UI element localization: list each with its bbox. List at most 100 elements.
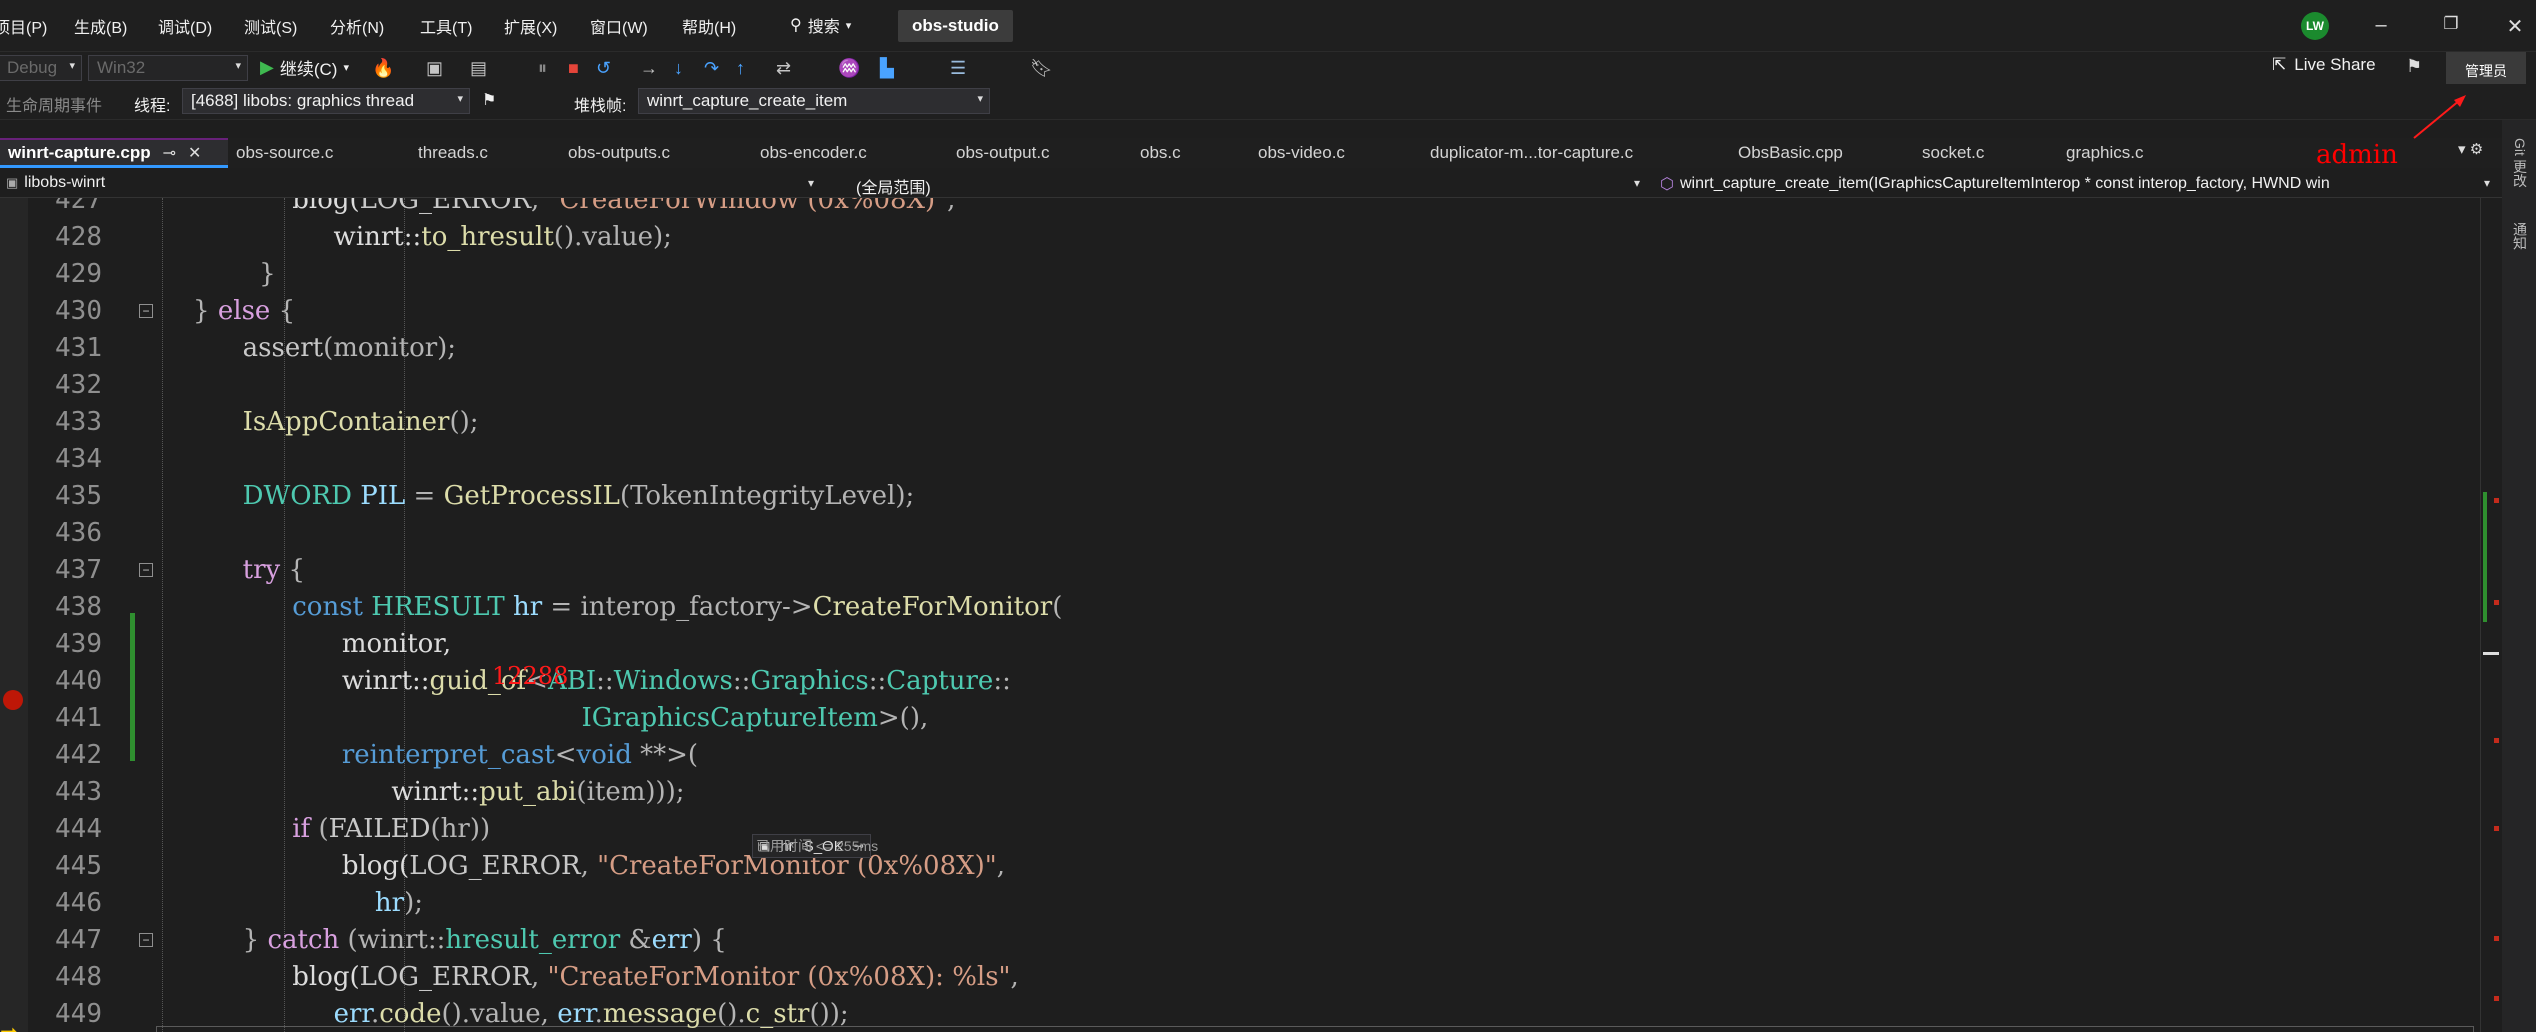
flag-icon[interactable]: ⚑ xyxy=(482,90,496,110)
bookmark-icon[interactable]: 🔖︎ xyxy=(1030,56,1053,80)
code-text: winrt::guid_of<ABI::Windows::Graphics::C… xyxy=(160,666,1011,696)
thread-icon[interactable]: ▙ xyxy=(880,56,894,80)
menu-window[interactable]: 窗口(W) xyxy=(590,14,648,38)
code-editor[interactable]: ➡ 427 blog(LOG_ERROR, "CreateForWindow (… xyxy=(0,198,2480,1032)
line-number: 432 xyxy=(55,370,102,400)
code-line: 434 xyxy=(0,441,2480,478)
menu-test[interactable]: 测试(S) xyxy=(244,14,297,38)
close-icon[interactable]: ✕ xyxy=(188,143,201,163)
breakpoint-marker xyxy=(2494,600,2499,605)
code-line: 442 reinterpret_cast<void **>( xyxy=(0,737,2480,774)
line-number: 439 xyxy=(55,629,102,659)
code-line: 448 blog(LOG_ERROR, "CreateForMonitor (0… xyxy=(0,959,2480,996)
line-number: 434 xyxy=(55,444,102,474)
platform-select[interactable]: Win32 ▾ xyxy=(88,55,248,81)
tab-obs-encoder[interactable]: obs-encoder.c xyxy=(752,138,867,168)
code-line: 443 winrt::put_abi(item))); xyxy=(0,774,2480,811)
chevron-down-icon: ▾ xyxy=(845,19,852,32)
fold-toggle-icon[interactable]: − xyxy=(139,933,153,947)
project-icon: ▣ xyxy=(6,175,19,190)
tab-duplicator-monitor-capture[interactable]: duplicator-m...tor-capture.c xyxy=(1422,138,1633,168)
menu-extensions[interactable]: 扩展(X) xyxy=(504,14,557,38)
tab-obs-output[interactable]: obs-output.c xyxy=(948,138,1050,168)
navigation-bar: ▣ libobs-winrt ▾ (全局范围) ▾ ⬡ winrt_captur… xyxy=(0,172,2536,198)
close-icon[interactable]: ✕ xyxy=(2500,14,2530,39)
tab-obsbasic[interactable]: ObsBasic.cpp xyxy=(1730,138,1843,168)
git-changes-tab[interactable]: Git 更改 xyxy=(2510,138,2530,188)
thread-select[interactable]: [4688] libobs: graphics thread ▾ xyxy=(182,88,470,114)
menu-build[interactable]: 生成(B) xyxy=(74,14,127,38)
code-line: 432 xyxy=(0,367,2480,404)
menu-analyze[interactable]: 分析(N) xyxy=(330,14,384,38)
tab-threads[interactable]: threads.c xyxy=(410,138,488,168)
chevron-down-icon[interactable]: ▾ xyxy=(2484,176,2490,190)
tool-window-rail: Git 更改 通知 xyxy=(2502,120,2536,1032)
debug-location-toolbar: 生命周期事件 线程: [4688] libobs: graphics threa… xyxy=(0,84,2536,120)
restart-icon[interactable]: ↺ xyxy=(596,56,611,80)
code-text: err.code().value, err.message().c_str())… xyxy=(333,999,849,1029)
hex-display-icon[interactable]: ⇄ xyxy=(776,56,791,80)
step-into-icon[interactable]: ↓ xyxy=(674,56,683,80)
step-over-icon[interactable]: ↷ xyxy=(704,56,719,80)
fold-toggle-icon[interactable]: − xyxy=(139,563,153,577)
menu-help[interactable]: 帮助(H) xyxy=(682,14,736,38)
config-select[interactable]: Debug ▾ xyxy=(0,55,82,81)
notifications-tab[interactable]: 通知 xyxy=(2510,222,2530,250)
chevron-down-icon[interactable]: ▾ xyxy=(1634,176,1640,190)
vertical-scrollbar[interactable] xyxy=(2480,198,2502,1032)
search-box[interactable]: ⚲ 搜索 ▾ xyxy=(784,10,857,40)
comment-icon[interactable]: ☰ xyxy=(950,56,966,80)
tab-graphics[interactable]: graphics.c xyxy=(2058,138,2143,168)
chevron-down-icon[interactable]: ▾ xyxy=(808,176,814,190)
tab-obs-video[interactable]: obs-video.c xyxy=(1250,138,1345,168)
breakpoint-marker xyxy=(2494,996,2499,1001)
code-text: winrt::to_hresult().value); xyxy=(160,222,672,252)
menu-debug[interactable]: 调试(D) xyxy=(158,14,212,38)
code-line: 429 } xyxy=(0,256,2480,293)
member-dropdown[interactable]: ⬡ winrt_capture_create_item(IGraphicsCap… xyxy=(1660,174,2480,194)
tab-socket[interactable]: socket.c xyxy=(1914,138,1984,168)
tab-winrt-capture[interactable]: winrt-capture.cpp ⊸ ✕ xyxy=(0,138,228,168)
code-text: DWORD PIL = GetProcessIL(TokenIntegrityL… xyxy=(242,481,915,511)
window-icon[interactable]: ▤ xyxy=(470,56,487,80)
line-number: 433 xyxy=(55,407,102,437)
stop-icon[interactable]: ■ xyxy=(568,56,579,80)
diagnostics-icon[interactable]: ♒ xyxy=(838,56,860,80)
live-share-button[interactable]: ⇱ Live Share xyxy=(2272,55,2376,75)
code-text: } xyxy=(160,259,276,289)
scope-dropdown[interactable]: (全局范围) xyxy=(856,174,931,198)
line-number: 429 xyxy=(55,259,102,289)
tab-obs-source[interactable]: obs-source.c xyxy=(228,138,333,168)
line-number: 427 xyxy=(55,198,102,215)
lifecycle-events[interactable]: 生命周期事件 xyxy=(6,92,102,116)
code-line: 449 err.code().value, err.message().c_st… xyxy=(0,996,2480,1032)
continue-button[interactable]: ▶ 继续(C) ▾ xyxy=(260,55,349,80)
show-next-statement-icon[interactable]: → xyxy=(640,56,658,80)
browse-icon[interactable]: ▣ xyxy=(426,56,443,80)
code-line: 444 if (FAILED(hr)) xyxy=(0,811,2480,848)
pin-icon[interactable]: ⊸ xyxy=(163,143,176,163)
tab-obs[interactable]: obs.c xyxy=(1132,138,1181,168)
menu-project[interactable]: 项目(P) xyxy=(0,14,47,38)
project-dropdown[interactable]: ▣ libobs-winrt xyxy=(6,174,105,192)
pause-icon[interactable]: ⏸ xyxy=(538,56,547,80)
restore-icon[interactable]: ❐ xyxy=(2436,14,2466,34)
avatar[interactable]: LW xyxy=(2301,12,2329,40)
code-text: winrt::put_abi(item))); xyxy=(160,777,685,807)
minimize-icon[interactable]: – xyxy=(2366,14,2396,37)
hot-reload-icon[interactable]: 🔥 xyxy=(372,56,394,80)
step-out-icon[interactable]: ↑ xyxy=(736,56,745,80)
code-line: 441 IGraphicsCaptureItem>(), xyxy=(0,700,2480,737)
value-annotation: 12288 xyxy=(492,662,569,690)
admin-annotation: admin xyxy=(2316,140,2398,170)
code-line: 445 blog(LOG_ERROR, "CreateForMonitor (0… xyxy=(0,848,2480,885)
code-text: blog(LOG_ERROR, "CreateForMonitor (0x%08… xyxy=(160,851,1005,881)
code-text: } catch (winrt::hresult_error &err) { xyxy=(160,925,727,955)
fold-toggle-icon[interactable]: − xyxy=(139,304,153,318)
feedback-icon[interactable]: ⚑ xyxy=(2406,56,2422,77)
tab-list-icon[interactable]: ▾ ⚙ xyxy=(2458,140,2483,158)
stack-frame-select[interactable]: winrt_capture_create_item ▾ xyxy=(638,88,990,114)
code-line: 440 winrt::guid_of<ABI::Windows::Graphic… xyxy=(0,663,2480,700)
menu-tools[interactable]: 工具(T) xyxy=(420,14,472,38)
tab-obs-outputs[interactable]: obs-outputs.c xyxy=(560,138,670,168)
